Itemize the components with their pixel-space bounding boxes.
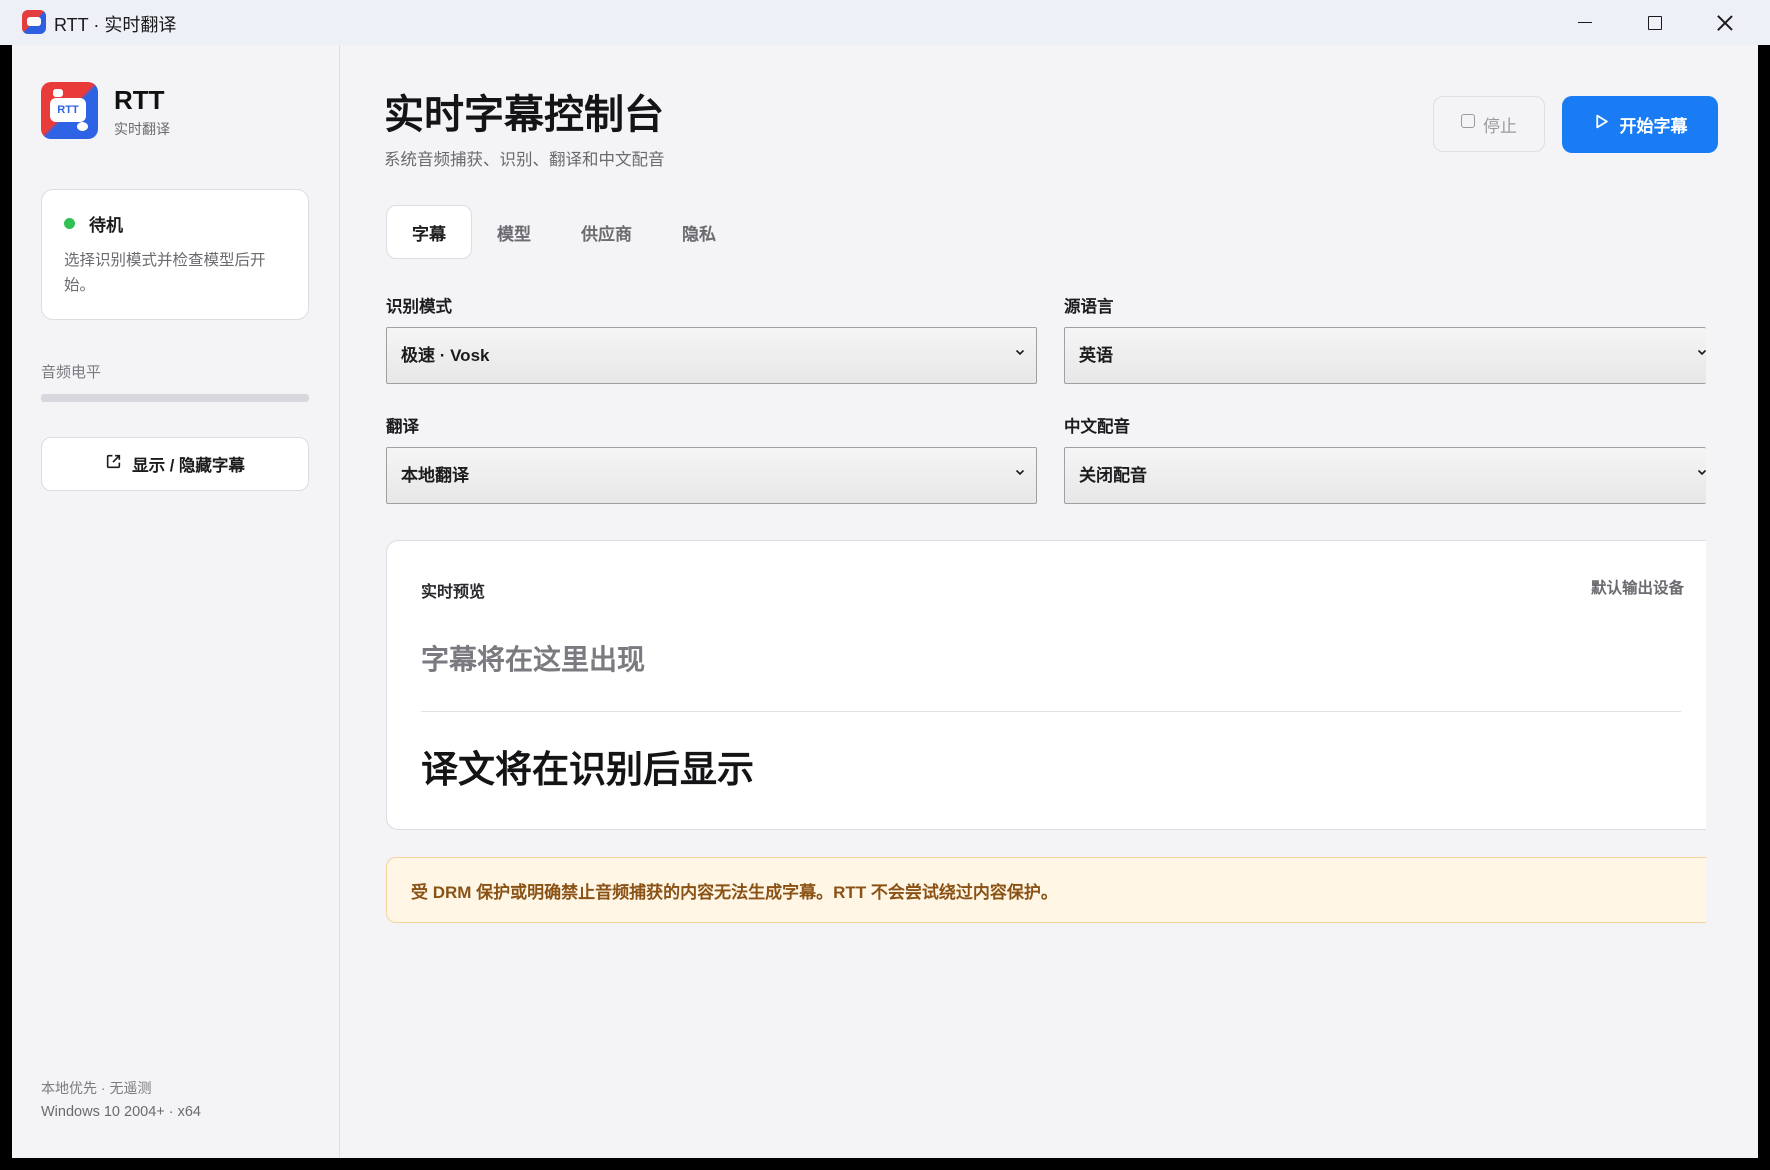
toggle-subtitles-button[interactable]: 显示 / 隐藏字幕	[41, 437, 309, 491]
dubbing-value: 关闭配音	[1079, 466, 1147, 485]
source-language-value: 英语	[1079, 346, 1113, 365]
app-window: RTT RTT 实时翻译 待机 选择识别模式并检查模型后开始。 音频电平 显示 …	[12, 45, 1758, 1158]
dubbing-select[interactable]: 关闭配音	[1064, 447, 1707, 504]
window-titlebar: RTT · 实时翻译	[0, 0, 1770, 45]
translation-value: 本地翻译	[401, 466, 469, 485]
start-label: 开始字幕	[1619, 117, 1688, 136]
chevron-down-icon	[1697, 469, 1707, 476]
status-description: 选择识别模式并检查模型后开始。	[64, 252, 266, 294]
app-icon	[22, 10, 46, 34]
audio-level-meter	[41, 394, 309, 402]
page-subtitle: 系统音频捕获、识别、翻译和中文配音	[384, 151, 665, 169]
translation-label: 翻译	[386, 418, 419, 436]
tab-bar: 字幕 模型 供应商 隐私	[386, 205, 741, 259]
drm-notice-text: 受 DRM 保护或明确禁止音频捕获的内容无法生成字幕。RTT 不会尝试绕过内容保…	[411, 882, 1058, 902]
close-icon	[1717, 15, 1733, 31]
footer-platform-note: Windows 10 2004+ · x64	[41, 1104, 201, 1120]
translated-subtitle-text: 译文将在识别后显示	[421, 749, 754, 790]
window-title: RTT · 实时翻译	[54, 15, 177, 35]
preview-divider	[421, 711, 1681, 712]
source-subtitle-text: 字幕将在这里出现	[421, 644, 646, 675]
maximize-icon	[1648, 15, 1662, 30]
toggle-subtitles-label: 显示 / 隐藏字幕	[132, 457, 245, 475]
recognition-mode-label: 识别模式	[386, 298, 452, 316]
brand-logo-icon: RTT	[41, 82, 98, 139]
logo-bubble-small	[53, 89, 63, 97]
tab-models[interactable]: 模型	[472, 205, 556, 259]
sidebar: RTT RTT 实时翻译 待机 选择识别模式并检查模型后开始。 音频电平 显示 …	[12, 45, 340, 1158]
live-preview-panel: 实时预览 默认输出设备 字幕将在这里出现 译文将在识别后显示	[386, 540, 1706, 830]
footer-privacy-note: 本地优先 · 无遥测	[41, 1080, 152, 1096]
audio-level-label: 音频电平	[41, 364, 102, 381]
stop-label: 停止	[1483, 116, 1517, 136]
tab-providers[interactable]: 供应商	[556, 205, 657, 259]
play-icon	[1595, 114, 1608, 129]
page-title: 实时字幕控制台	[384, 93, 664, 137]
recognition-mode-select[interactable]: 极速 · Vosk	[386, 327, 1037, 384]
brand-name: RTT	[114, 85, 165, 115]
chevron-down-icon	[1697, 349, 1707, 356]
maximize-button[interactable]	[1620, 0, 1690, 45]
output-device-label: 默认输出设备	[1590, 580, 1684, 597]
recognition-mode-value: 极速 · Vosk	[401, 346, 490, 365]
source-language-label: 源语言	[1064, 298, 1114, 316]
drm-notice: 受 DRM 保护或明确禁止音频捕获的内容无法生成字幕。RTT 不会尝试绕过内容保…	[386, 857, 1706, 923]
external-window-icon	[106, 454, 121, 468]
dubbing-label: 中文配音	[1064, 418, 1130, 436]
preview-title: 实时预览	[421, 584, 486, 601]
source-language-select[interactable]: 英语	[1064, 327, 1707, 384]
logo-bubble: RTT	[50, 98, 86, 122]
tab-privacy[interactable]: 隐私	[657, 205, 741, 259]
start-subtitles-button[interactable]: 开始字幕	[1562, 96, 1718, 153]
status-dot-icon	[64, 218, 75, 229]
status-title: 待机	[89, 216, 123, 235]
stop-button[interactable]: 停止	[1433, 96, 1545, 152]
main-content: 实时字幕控制台 系统音频捕获、识别、翻译和中文配音 停止 开始字幕 字幕 模型 …	[340, 45, 1758, 1158]
close-button[interactable]	[1690, 0, 1760, 45]
tab-subtitles[interactable]: 字幕	[386, 205, 472, 259]
status-card: 待机 选择识别模式并检查模型后开始。	[41, 189, 309, 320]
translation-select[interactable]: 本地翻译	[386, 447, 1037, 504]
logo-bubble-round	[77, 122, 88, 131]
stop-icon	[1461, 114, 1475, 128]
minimize-icon	[1578, 21, 1592, 24]
minimize-button[interactable]	[1550, 0, 1620, 45]
chevron-down-icon	[1015, 469, 1025, 476]
brand-subtitle: 实时翻译	[114, 121, 170, 137]
chevron-down-icon	[1015, 349, 1025, 356]
